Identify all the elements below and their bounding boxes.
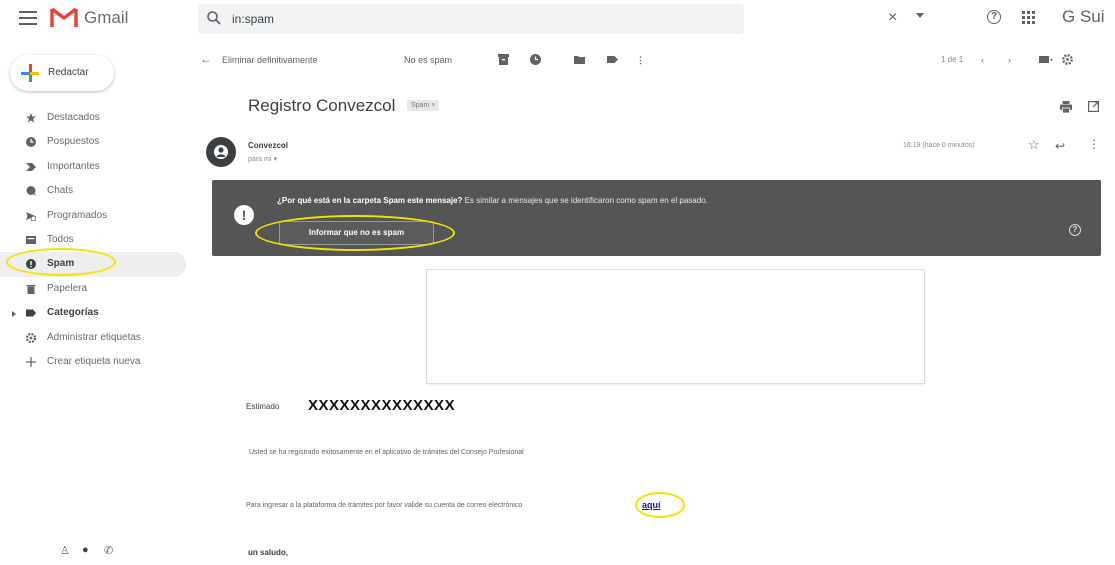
- more-options-icon[interactable]: ⋮: [636, 55, 645, 66]
- clear-search-icon[interactable]: ×: [888, 9, 897, 27]
- sidebar-item-todos[interactable]: Todos: [0, 228, 186, 252]
- person-avatar-icon: [214, 145, 228, 159]
- hangouts-icon[interactable]: ●: [82, 544, 89, 556]
- sidebar-item-chats[interactable]: Chats: [0, 179, 186, 203]
- label-icon: [26, 309, 36, 317]
- sidebar-nav: Destacados Pospuestos Importantes Chats …: [0, 106, 186, 374]
- settings-gear-icon[interactable]: [1062, 54, 1073, 65]
- gsuite-logo[interactable]: G Sui: [1062, 7, 1105, 27]
- hangouts-bar: ♙ ● ✆: [60, 544, 140, 560]
- expand-caret-icon[interactable]: [12, 311, 16, 318]
- pager-count: 1 de 1: [941, 55, 964, 64]
- help-icon[interactable]: ?: [987, 10, 1001, 24]
- spam-label-badge[interactable]: Spam ×: [407, 100, 440, 111]
- spam-icon: [26, 259, 36, 270]
- main-menu-icon[interactable]: [19, 11, 37, 27]
- scheduled-icon: [26, 211, 36, 221]
- closing-text: un saludo,: [248, 548, 288, 557]
- sidebar-item-spam[interactable]: Spam: [0, 252, 186, 277]
- compose-button[interactable]: Redactar: [10, 55, 114, 91]
- prev-page-icon[interactable]: ‹: [981, 55, 984, 65]
- email-header-image: [426, 269, 925, 384]
- sidebar-item-label: Administrar etiquetas: [47, 331, 141, 343]
- warning-icon: !: [234, 205, 254, 225]
- chat-icon: [26, 186, 36, 197]
- important-icon: [26, 162, 36, 171]
- new-window-icon[interactable]: [1088, 101, 1099, 112]
- compose-plus-icon: [21, 64, 39, 82]
- sidebar-item-categorias[interactable]: Categorías: [0, 301, 186, 325]
- gear-icon: [26, 332, 36, 343]
- body-paragraph-registration: Usted se ha registrado exitosamente en e…: [249, 449, 524, 456]
- search-bar: ×: [198, 4, 924, 34]
- sidebar-item-papelera[interactable]: Papelera: [0, 277, 186, 301]
- greeting-name: XXXXXXXXXXXXXX: [308, 397, 456, 414]
- search-input[interactable]: [232, 9, 672, 29]
- sidebar-item-label: Importantes: [47, 160, 100, 172]
- archive-icon[interactable]: [498, 54, 509, 65]
- next-page-icon[interactable]: ›: [1008, 55, 1011, 65]
- sidebar-item-label: Todos: [47, 233, 74, 245]
- back-arrow-icon[interactable]: ←: [200, 52, 212, 66]
- warning-help-icon[interactable]: ?: [1069, 224, 1081, 236]
- sidebar-item-label: Categorías: [47, 307, 99, 319]
- sidebar-item-destacados[interactable]: Destacados: [0, 106, 186, 130]
- report-not-spam-button[interactable]: Informar que no es spam: [279, 221, 434, 245]
- delete-forever-button[interactable]: Eliminar definitivamente: [222, 55, 318, 65]
- all-mail-icon: [26, 235, 36, 244]
- top-bar: Gmail × ? G Sui: [0, 0, 1115, 40]
- clock-icon: [26, 137, 36, 148]
- gmail-window: Gmail × ? G Sui Redactar Destacado: [0, 0, 1115, 565]
- sender-avatar[interactable]: [206, 137, 236, 167]
- compose-label: Redactar: [48, 67, 89, 78]
- spam-warning-banner: ! ¿Por qué está en la carpeta Spam este …: [212, 180, 1101, 256]
- sidebar-item-label: Papelera: [47, 282, 88, 294]
- apps-grid-icon[interactable]: [1022, 11, 1035, 24]
- message-toolbar: ← Eliminar definitivamente No es spam ⋮ …: [196, 52, 1115, 72]
- spam-warning-question: ¿Por qué está en la carpeta Spam este me…: [277, 196, 463, 205]
- snooze-icon[interactable]: [530, 54, 541, 65]
- sidebar-item-label: Chats: [47, 185, 74, 197]
- sidebar-item-crear-etiqueta[interactable]: Crear etiqueta nueva: [0, 350, 186, 374]
- search-options-icon[interactable]: [916, 13, 924, 18]
- sender-name[interactable]: Convezcol: [248, 141, 288, 150]
- sidebar-item-importantes[interactable]: Importantes: [0, 155, 186, 179]
- star-message-icon[interactable]: ☆: [1028, 137, 1040, 153]
- plus-icon: [26, 356, 36, 367]
- message-more-icon[interactable]: ⋮: [1088, 137, 1100, 151]
- reply-icon[interactable]: ↩: [1055, 139, 1065, 153]
- message-subject: Registro Convezcol: [248, 96, 396, 115]
- move-to-icon[interactable]: [574, 54, 585, 65]
- search-icon[interactable]: [206, 10, 222, 26]
- brand-name: Gmail: [84, 8, 129, 27]
- body-paragraph-validate: Para ingresar a la plataforma de trámite…: [246, 502, 523, 509]
- sidebar-item-label: Programados: [47, 209, 108, 221]
- keyboard-icon[interactable]: [1039, 54, 1053, 65]
- spam-warning-explanation: Es similar a mensajes que se identificar…: [462, 196, 708, 205]
- sidebar-item-administrar-etiquetas[interactable]: Administrar etiquetas: [0, 326, 186, 350]
- sidebar-item-label: Crear etiqueta nueva: [47, 355, 141, 367]
- spam-warning-message: ¿Por qué está en la carpeta Spam este me…: [277, 196, 708, 205]
- sidebar-item-label: Destacados: [47, 112, 100, 123]
- not-spam-button[interactable]: No es spam: [404, 55, 452, 65]
- trash-icon: [26, 284, 36, 294]
- recipient-details[interactable]: para mí ▾: [248, 155, 277, 163]
- sidebar-item-label: Spam: [47, 258, 75, 270]
- validate-account-link[interactable]: aquí: [642, 500, 661, 510]
- phone-icon[interactable]: ✆: [104, 544, 113, 557]
- sidebar-item-pospuestos[interactable]: Pospuestos: [0, 130, 186, 154]
- star-icon: [26, 113, 36, 123]
- gmail-logo-icon[interactable]: [50, 6, 78, 28]
- message-timestamp: 16:19 (hace 0 minutos): [903, 142, 975, 149]
- sidebar-item-label: Pospuestos: [47, 136, 100, 148]
- greeting-label: Estimado: [246, 402, 280, 411]
- sidebar-item-programados[interactable]: Programados: [0, 204, 186, 228]
- print-icon[interactable]: [1060, 101, 1072, 113]
- person-icon[interactable]: ♙: [60, 544, 70, 557]
- labels-icon[interactable]: [607, 54, 618, 65]
